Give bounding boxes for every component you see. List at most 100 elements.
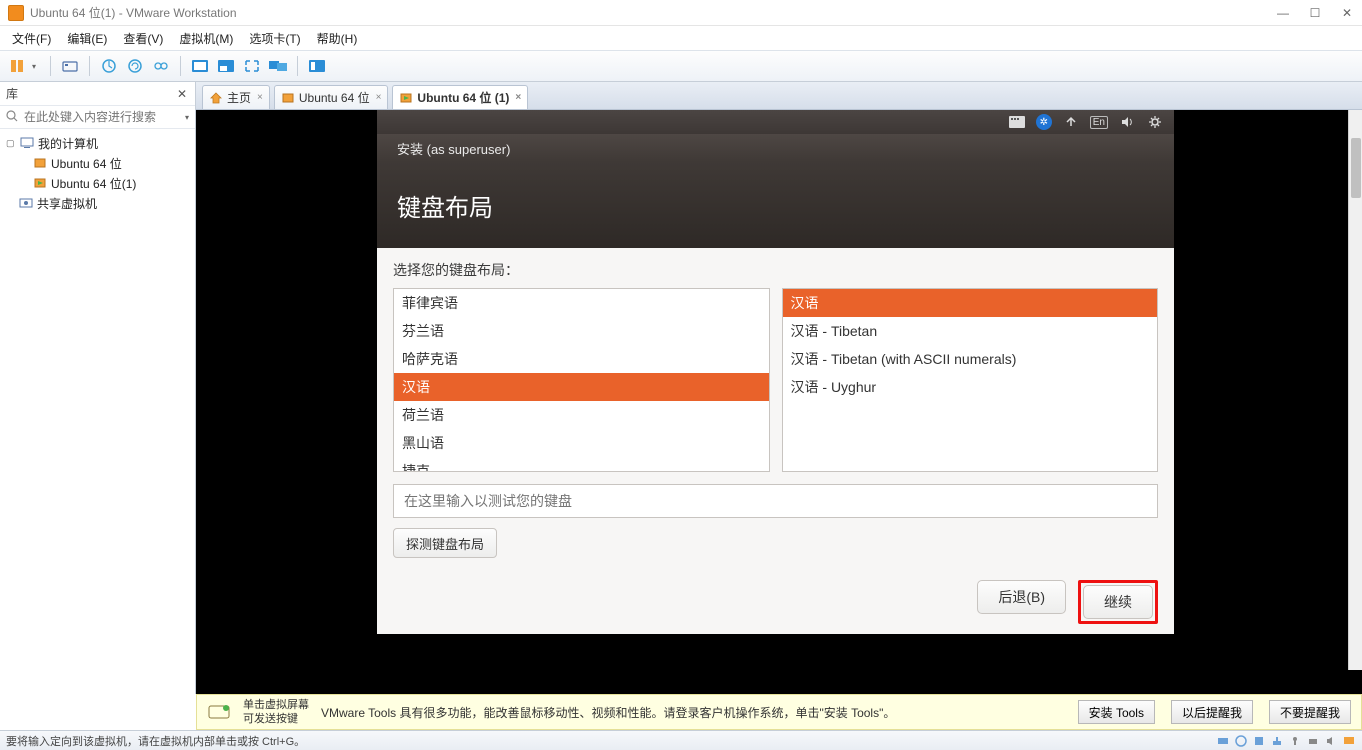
list-item[interactable]: 汉语 - Tibetan (with ASCII numerals)	[783, 345, 1158, 373]
tree-my-computer[interactable]: ▢ 我的计算机	[0, 133, 195, 153]
tab-close-button[interactable]: ×	[515, 92, 521, 103]
tree-vm-ubuntu64[interactable]: Ubuntu 64 位	[0, 153, 195, 173]
snapshot-revert-button[interactable]	[124, 55, 146, 77]
tree-twisty-icon: ▢	[6, 138, 16, 149]
sound-icon[interactable]	[1118, 114, 1136, 130]
back-button[interactable]: 后退(B)	[977, 580, 1066, 614]
snapshot-manager-button[interactable]	[150, 55, 172, 77]
toolbar-separator	[297, 56, 298, 76]
keyboard-variant-list[interactable]: 汉语 汉语 - Tibetan 汉语 - Tibetan (with ASCII…	[782, 288, 1159, 472]
keyboard-test-input[interactable]	[393, 484, 1158, 518]
app-icon	[8, 5, 24, 21]
close-button[interactable]: ✕	[1340, 6, 1354, 20]
hint-line2: 可发送按键	[243, 712, 309, 726]
guest-top-panel: ✲ En	[377, 110, 1174, 134]
power-suspend-button[interactable]	[6, 55, 28, 77]
window-title-bar: Ubuntu 64 位(1) - VMware Workstation — ☐ …	[0, 0, 1362, 26]
list-item[interactable]: 捷克	[394, 457, 769, 472]
tab-close-button[interactable]: ×	[257, 92, 263, 103]
install-tools-button[interactable]: 安装 Tools	[1078, 700, 1155, 724]
sidebar-search-input[interactable]	[24, 110, 181, 124]
list-item[interactable]: 汉语 - Uyghur	[783, 373, 1158, 401]
continue-highlight: 继续	[1078, 580, 1158, 624]
tab-label: 主页	[227, 89, 251, 106]
tree-label: 共享虚拟机	[37, 195, 97, 212]
accessibility-icon[interactable]: ✲	[1036, 114, 1052, 130]
menu-vm[interactable]: 虚拟机(M)	[173, 28, 239, 49]
hint-line1: 单击虚拟屏幕	[243, 698, 309, 712]
continue-button[interactable]: 继续	[1083, 585, 1153, 619]
status-text: 要将输入定向到该虚拟机，请在虚拟机内部单击或按 Ctrl+G。	[6, 733, 305, 749]
menu-edit[interactable]: 编辑(E)	[61, 28, 113, 49]
menu-help[interactable]: 帮助(H)	[311, 28, 364, 49]
scrollbar-thumb[interactable]	[1351, 138, 1361, 198]
keyboard-language-list[interactable]: 菲律宾语 芬兰语 哈萨克语 汉语 荷兰语 黑山语 捷克	[393, 288, 770, 472]
sidebar-close-button[interactable]: ✕	[175, 87, 189, 101]
vm-scrollbar[interactable]	[1348, 110, 1362, 670]
status-usb-icon[interactable]	[1288, 734, 1302, 748]
tree-label: 我的计算机	[38, 135, 98, 152]
list-item[interactable]: 黑山语	[394, 429, 769, 457]
search-dropdown[interactable]: ▾	[185, 113, 189, 122]
vm-viewport[interactable]: ✲ En 安装 (as superuser) 键盘布局 选择您的键盘布局： 菲律…	[196, 110, 1362, 694]
installer-heading: 键盘布局	[377, 162, 1174, 248]
tab-home[interactable]: 主页 ×	[202, 85, 270, 109]
status-sound-icon[interactable]	[1324, 734, 1338, 748]
library-tree: ▢ 我的计算机 Ubuntu 64 位 Ubuntu 64 位(1) 共享虚拟机	[0, 129, 195, 217]
power-dropdown[interactable]: ▾	[32, 62, 42, 71]
snapshot-take-button[interactable]	[98, 55, 120, 77]
keyboard-indicator-icon[interactable]	[1008, 114, 1026, 130]
sidebar-title: 库	[6, 85, 18, 102]
tree-shared-vms[interactable]: 共享虚拟机	[0, 193, 195, 213]
console-view-button[interactable]	[241, 55, 263, 77]
status-floppy-icon[interactable]	[1252, 734, 1266, 748]
tab-close-button[interactable]: ×	[376, 92, 382, 103]
list-item[interactable]: 芬兰语	[394, 317, 769, 345]
status-device-icons	[1216, 734, 1356, 748]
tab-ubuntu64[interactable]: Ubuntu 64 位 ×	[274, 85, 389, 109]
library-sidebar: 库 ✕ ▾ ▢ 我的计算机 Ubuntu 64 位 Ubuntu 64 位(1)	[0, 82, 196, 694]
network-icon[interactable]	[1062, 114, 1080, 130]
toolbar-separator	[50, 56, 51, 76]
minimize-button[interactable]: —	[1276, 6, 1290, 20]
list-item[interactable]: 哈萨克语	[394, 345, 769, 373]
keyboard-layout-prompt: 选择您的键盘布局：	[393, 260, 1158, 280]
settings-gear-icon[interactable]	[1146, 114, 1164, 130]
tree-vm-ubuntu64-1[interactable]: Ubuntu 64 位(1)	[0, 173, 195, 193]
vm-running-icon	[399, 91, 413, 105]
vm-running-icon	[32, 175, 48, 191]
list-item[interactable]: 菲律宾语	[394, 289, 769, 317]
input-language-indicator[interactable]: En	[1090, 116, 1108, 129]
status-network-icon[interactable]	[1270, 734, 1284, 748]
remind-later-button[interactable]: 以后提醒我	[1171, 700, 1253, 724]
hint-icon	[207, 702, 233, 722]
unity-button[interactable]	[215, 55, 237, 77]
multiple-monitors-button[interactable]	[267, 55, 289, 77]
status-bar: 要将输入定向到该虚拟机，请在虚拟机内部单击或按 Ctrl+G。	[0, 730, 1362, 750]
list-item[interactable]: 荷兰语	[394, 401, 769, 429]
show-hide-library-button[interactable]	[306, 55, 328, 77]
detect-keyboard-button[interactable]: 探测键盘布局	[393, 528, 497, 558]
menu-file[interactable]: 文件(F)	[6, 28, 57, 49]
menu-view[interactable]: 查看(V)	[117, 28, 169, 49]
status-disk-icon[interactable]	[1216, 734, 1230, 748]
vm-icon	[32, 155, 48, 171]
tree-label: Ubuntu 64 位	[51, 155, 122, 172]
tab-ubuntu64-1[interactable]: Ubuntu 64 位 (1) ×	[392, 85, 528, 109]
status-cd-icon[interactable]	[1234, 734, 1248, 748]
tab-strip: 主页 × Ubuntu 64 位 × Ubuntu 64 位 (1) ×	[196, 82, 1362, 110]
window-title: Ubuntu 64 位(1) - VMware Workstation	[30, 4, 1276, 21]
list-item[interactable]: 汉语	[783, 289, 1158, 317]
never-remind-button[interactable]: 不要提醒我	[1269, 700, 1351, 724]
list-item[interactable]: 汉语 - Tibetan	[783, 317, 1158, 345]
fullscreen-button[interactable]	[189, 55, 211, 77]
status-message-icon[interactable]	[1342, 734, 1356, 748]
status-printer-icon[interactable]	[1306, 734, 1320, 748]
list-item[interactable]: 汉语	[394, 373, 769, 401]
send-ctrl-alt-del-button[interactable]	[59, 55, 81, 77]
search-icon	[6, 110, 20, 124]
toolbar-separator	[180, 56, 181, 76]
menu-tabs[interactable]: 选项卡(T)	[243, 28, 306, 49]
maximize-button[interactable]: ☐	[1308, 6, 1322, 20]
hint-message: VMware Tools 具有很多功能，能改善鼠标移动性、视频和性能。请登录客户…	[321, 704, 1062, 721]
